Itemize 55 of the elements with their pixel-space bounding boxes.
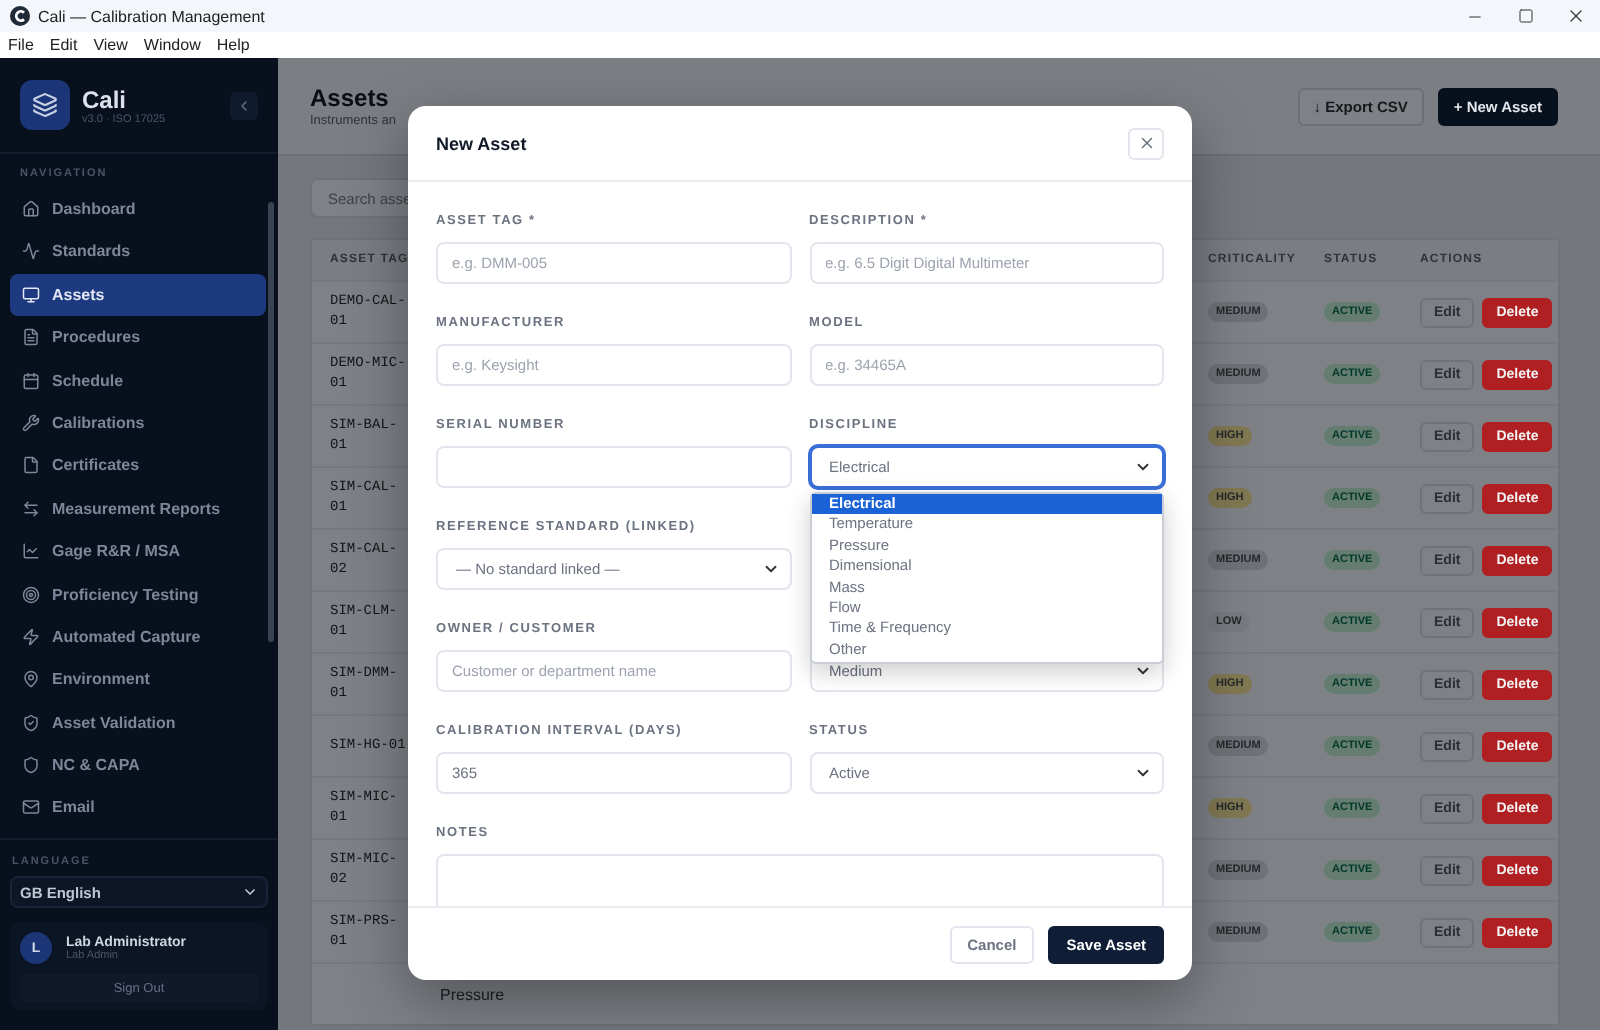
nav-icon	[22, 713, 40, 732]
nav-item[interactable]: Certificates	[10, 444, 266, 487]
chevron-down-icon	[1134, 458, 1152, 476]
nav-icon	[22, 798, 40, 817]
table-cell-text: Pressure	[438, 985, 507, 1003]
nav-item[interactable]: Measurement Reports	[10, 487, 266, 530]
nav-icon	[22, 242, 40, 261]
input-field[interactable]	[436, 446, 791, 488]
nav-icon	[22, 328, 40, 347]
nav-item[interactable]: Assets	[10, 273, 266, 316]
menu-item[interactable]: Window	[143, 36, 201, 54]
chevron-down-icon	[242, 884, 258, 900]
window-title: Cali — Calibration Management	[38, 7, 267, 25]
nav-icon	[22, 670, 40, 689]
nav-item[interactable]: Environment	[10, 658, 266, 701]
collapse-button[interactable]	[230, 91, 258, 119]
menu-item[interactable]: File	[8, 36, 34, 54]
nav-item[interactable]: Standards	[10, 230, 266, 273]
menu-item[interactable]: Edit	[49, 36, 78, 54]
nav-icon	[22, 456, 40, 475]
nav-item[interactable]: NC & CAPA	[10, 744, 266, 787]
nav-item[interactable]: Asset Validation	[10, 701, 266, 744]
nav-icon	[22, 756, 40, 775]
nav-icon	[22, 200, 40, 218]
nav-item[interactable]: Email	[10, 786, 266, 829]
close-button[interactable]	[1128, 127, 1164, 159]
nav-item[interactable]: Procedures	[10, 316, 266, 359]
nav-item[interactable]: Dashboard	[10, 188, 266, 230]
maximize-icon	[1517, 8, 1533, 24]
nav-icon	[22, 413, 40, 432]
nav-icon	[22, 499, 40, 518]
app-icon	[10, 6, 30, 26]
nav-item[interactable]: Gage R&R / MSA	[10, 530, 266, 573]
modal-title: New Asset	[436, 133, 527, 153]
nav-item[interactable]: Proficiency Testing	[10, 573, 266, 616]
chevron-left-icon	[236, 97, 252, 113]
nav-item[interactable]: Automated Capture	[10, 615, 266, 658]
chevron-down-icon	[1134, 662, 1152, 680]
scrollbar[interactable]	[268, 202, 274, 642]
nav-icon	[22, 542, 40, 561]
chevron-down-icon	[761, 560, 779, 578]
menu-item[interactable]: View	[93, 36, 128, 54]
menu-item[interactable]: Help	[216, 36, 250, 54]
nav-icon	[22, 585, 40, 604]
close-icon	[1137, 134, 1155, 152]
nav-icon	[22, 371, 40, 390]
close-icon	[1565, 6, 1585, 26]
logo-icon	[20, 80, 70, 130]
nav-item[interactable]: Schedule	[10, 359, 266, 402]
nav-item[interactable]: Calibrations	[10, 401, 266, 444]
app-name: Cali	[82, 85, 129, 113]
nav-icon	[22, 627, 40, 646]
nav-icon	[22, 285, 40, 304]
chevron-down-icon	[1134, 764, 1152, 782]
page-title: Assets	[310, 84, 391, 112]
